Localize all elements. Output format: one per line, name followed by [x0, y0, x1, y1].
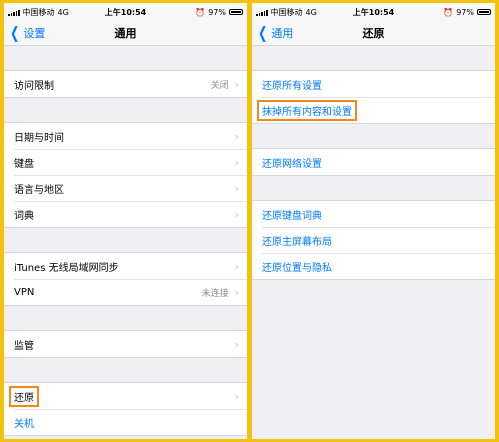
row-label: 还原 [9, 385, 39, 407]
row-label: 抹掉所有内容和设置 [257, 99, 357, 121]
chevron-left-icon: ❮ [258, 23, 268, 42]
row-supervision[interactable]: 监管 › [4, 331, 247, 357]
row-reset-all-settings[interactable]: 还原所有设置 [252, 71, 495, 97]
back-button[interactable]: ❮ 设置 [8, 21, 45, 45]
row-shutdown[interactable]: 关机 [4, 409, 247, 435]
settings-group: 访问限制 关闭 › [4, 70, 247, 98]
row-label: 词典 [14, 210, 34, 222]
row-value: 关闭 [210, 80, 229, 91]
row-label: iTunes 无线局域网同步 [14, 262, 119, 274]
settings-group: 日期与时间 › 键盘 › 语言与地区 › 词典 › [4, 122, 247, 228]
row-reset-location-privacy[interactable]: 还原位置与隐私 [252, 253, 495, 279]
chevron-right-icon: › [234, 389, 239, 403]
row-label: 还原位置与隐私 [262, 262, 332, 274]
row-keyboard[interactable]: 键盘 › [4, 149, 247, 175]
status-time: 上午10:54 [104, 7, 147, 17]
chevron-right-icon: › [234, 129, 239, 143]
row-date-time[interactable]: 日期与时间 › [4, 123, 247, 149]
row-label: 语言与地区 [14, 184, 64, 196]
row-label: 还原所有设置 [262, 80, 322, 92]
row-itunes-wifi-sync[interactable]: iTunes 无线局域网同步 › [4, 253, 247, 279]
reset-settings-screen: 中国移动 4G 上午10:54 ⏰ 97% ❮ 通用 还原 还原所有设置 抹掉所… [252, 3, 495, 439]
status-bar: 中国移动 4G 上午10:54 ⏰ 97% [4, 3, 247, 21]
page-title: 通用 [114, 27, 137, 40]
navigation-bar: ❮ 通用 还原 [252, 21, 495, 46]
back-label: 设置 [23, 27, 46, 40]
chevron-left-icon: ❮ [10, 23, 20, 42]
row-label: 键盘 [14, 158, 34, 170]
chevron-right-icon: › [234, 285, 239, 299]
chevron-right-icon: › [234, 77, 239, 91]
row-value: 未连接 [201, 288, 229, 299]
row-dictionary[interactable]: 词典 › [4, 201, 247, 227]
row-reset-keyboard-dictionary[interactable]: 还原键盘词典 [252, 201, 495, 227]
settings-group: 还原 › 关机 [4, 382, 247, 436]
row-label: 日期与时间 [14, 132, 64, 144]
reset-group: 还原网络设置 [252, 148, 495, 176]
reset-group: 还原键盘词典 还原主屏幕布局 还原位置与隐私 [252, 200, 495, 280]
chevron-right-icon: › [234, 181, 239, 195]
chevron-right-icon: › [234, 259, 239, 273]
row-erase-all-content[interactable]: 抹掉所有内容和设置 [252, 97, 495, 123]
row-label: 关机 [14, 418, 34, 430]
status-bar: 中国移动 4G 上午10:54 ⏰ 97% [252, 3, 495, 21]
row-label: 还原主屏幕布局 [262, 236, 332, 248]
chevron-right-icon: › [234, 207, 239, 221]
row-label: 监管 [14, 340, 34, 352]
row-label: 还原网络设置 [262, 158, 322, 170]
row-vpn[interactable]: VPN 未连接 › [4, 279, 247, 305]
settings-group: 监管 › [4, 330, 247, 358]
back-label: 通用 [271, 27, 294, 40]
row-restrictions[interactable]: 访问限制 关闭 › [4, 71, 247, 97]
battery-icon [477, 9, 491, 15]
row-label: VPN [14, 286, 35, 298]
reset-group: 还原所有设置 抹掉所有内容和设置 [252, 70, 495, 124]
battery-icon [229, 9, 243, 15]
chevron-right-icon: › [234, 337, 239, 351]
general-settings-screen: 中国移动 4G 上午10:54 ⏰ 97% ❮ 设置 通用 访问限制 关闭 › … [4, 3, 247, 439]
row-label: 还原键盘词典 [262, 210, 322, 222]
chevron-right-icon: › [234, 155, 239, 169]
status-time: 上午10:54 [352, 7, 395, 17]
back-button[interactable]: ❮ 通用 [256, 21, 293, 45]
row-language-region[interactable]: 语言与地区 › [4, 175, 247, 201]
row-reset-home-layout[interactable]: 还原主屏幕布局 [252, 227, 495, 253]
navigation-bar: ❮ 设置 通用 [4, 21, 247, 46]
row-reset-network[interactable]: 还原网络设置 [252, 149, 495, 175]
row-reset[interactable]: 还原 › [4, 383, 247, 409]
row-label: 访问限制 [14, 80, 54, 92]
settings-group: iTunes 无线局域网同步 › VPN 未连接 › [4, 252, 247, 306]
page-title: 还原 [362, 27, 385, 40]
